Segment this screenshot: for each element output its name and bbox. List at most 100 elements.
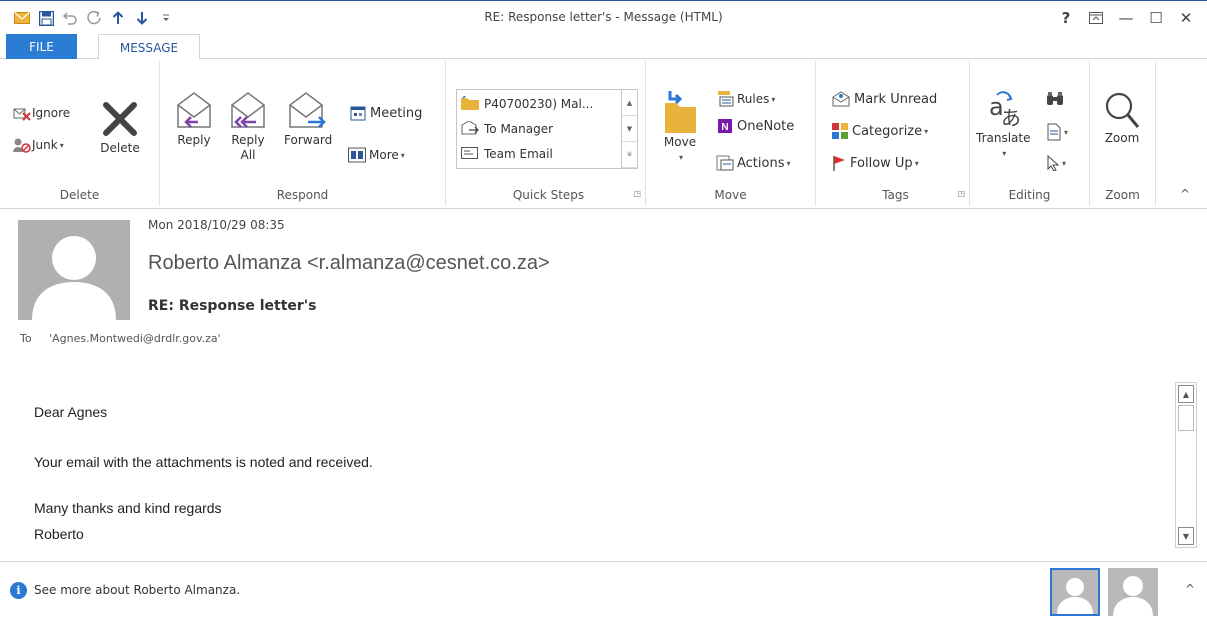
to-label: To — [20, 332, 32, 345]
title-bar: RE: Response letter's - Message (HTML) ?… — [0, 0, 1207, 34]
minimize-button[interactable]: — — [1111, 5, 1141, 31]
window-title: RE: Response letter's - Message (HTML) — [484, 10, 723, 24]
close-button[interactable]: ✕ — [1171, 5, 1201, 31]
body-scrollbar[interactable]: ▲ ▼ — [1175, 382, 1197, 548]
chevron-down-icon: ▾ — [678, 153, 683, 162]
reply-all-label-line2: All — [240, 148, 256, 162]
ribbon-display-options-button[interactable] — [1081, 5, 1111, 31]
select-button[interactable]: ▾ — [1046, 155, 1066, 171]
reply-all-label-line1: Reply — [231, 133, 265, 147]
message-header: Mon 2018/10/29 08:35 Roberto Almanza <r.… — [0, 210, 1207, 370]
cursor-icon — [1046, 155, 1060, 171]
group-label-tags: Tags — [882, 188, 909, 202]
chevron-down-icon: ▾ — [1002, 149, 1007, 158]
meeting-label: Meeting — [370, 105, 423, 121]
expand-gallery-icon[interactable]: ⩸ — [622, 142, 637, 168]
sender-name[interactable]: Roberto Almanza <r.almanza@cesnet.co.za> — [148, 252, 550, 275]
delete-label: Delete — [100, 141, 140, 155]
quick-step-label: P40700230) Mal... — [484, 97, 594, 111]
chevron-down-icon: ▾ — [786, 158, 791, 168]
body-line: Your email with the attachments is noted… — [34, 454, 373, 470]
junk-button[interactable]: Junk ▾ — [12, 137, 64, 153]
tab-file[interactable]: FILE — [6, 34, 77, 59]
quick-steps-scroll[interactable]: ▲ ▼ ⩸ — [621, 90, 637, 168]
group-label-zoom: Zoom — [1105, 188, 1140, 202]
quick-step-item[interactable]: P40700230) Mal... — [457, 92, 593, 116]
forward-mail-icon — [461, 119, 479, 138]
avatar[interactable] — [1050, 568, 1100, 616]
more-respond-button[interactable]: More ▾ — [348, 147, 405, 163]
group-label-quick-steps: Quick Steps — [512, 188, 585, 202]
ribbon-tabs: FILE MESSAGE — [0, 34, 1207, 60]
binoculars-icon — [1046, 91, 1064, 107]
group-label-delete: Delete — [59, 188, 100, 202]
group-label-move: Move — [714, 188, 747, 202]
maximize-button[interactable]: ☐ — [1141, 5, 1171, 31]
categorize-label: Categorize — [852, 123, 923, 139]
mark-unread-button[interactable]: Mark Unread — [832, 91, 937, 107]
meeting-button[interactable]: Meeting — [350, 105, 422, 121]
more-label: More — [369, 148, 399, 162]
chevron-down-icon: ▾ — [924, 126, 929, 136]
group-move: Move ▾ Rules ▾ N OneNote Actions ▾ Move — [646, 61, 816, 206]
delete-x-icon — [100, 99, 140, 139]
document-icon — [1046, 123, 1062, 141]
follow-up-button[interactable]: Follow Up ▾ — [832, 155, 919, 171]
mark-unread-label: Mark Unread — [854, 91, 938, 107]
translate-label: Translate — [976, 131, 1031, 145]
see-more-link[interactable]: See more about Roberto Almanza. — [34, 583, 240, 597]
scroll-down-icon[interactable]: ▼ — [1178, 527, 1194, 545]
junk-label: Junk — [32, 138, 58, 152]
junk-icon — [12, 137, 32, 153]
quick-step-item[interactable]: Team Email — [457, 142, 553, 166]
window-controls: ? — ☐ ✕ — [1051, 5, 1201, 31]
dialog-launcher-icon[interactable]: ◳ — [957, 189, 965, 198]
translate-button[interactable]: aあ Translate ▾ — [976, 89, 1031, 161]
follow-up-label: Follow Up — [850, 155, 913, 171]
move-button[interactable]: Move ▾ — [662, 89, 698, 165]
tab-message[interactable]: MESSAGE — [98, 34, 200, 60]
team-email-icon — [461, 146, 479, 163]
rules-button[interactable]: Rules ▾ — [716, 91, 775, 107]
scroll-up-icon[interactable]: ▲ — [1178, 385, 1194, 403]
forward-button[interactable]: Forward — [284, 89, 332, 148]
recipient-address[interactable]: 'Agnes.Montwedi@drdlr.gov.za' — [49, 332, 221, 345]
related-button[interactable]: ▾ — [1046, 123, 1068, 141]
scroll-up-icon[interactable]: ▲ — [622, 90, 637, 116]
quick-step-item[interactable]: To Manager — [457, 117, 553, 141]
info-icon: i — [10, 582, 27, 599]
group-respond: Reply Reply All Forward Meeting More ▾ R… — [160, 61, 446, 206]
chevron-down-icon: ▾ — [1062, 158, 1067, 168]
scroll-thumb[interactable] — [1178, 405, 1194, 431]
body-signature: Roberto — [34, 526, 84, 542]
onenote-label: OneNote — [737, 118, 795, 134]
actions-button[interactable]: Actions ▾ — [716, 155, 791, 171]
ignore-button[interactable]: Ignore — [12, 105, 70, 121]
rules-icon — [716, 91, 734, 107]
zoom-label: Zoom — [1104, 131, 1140, 145]
reply-all-icon — [228, 89, 268, 133]
dialog-launcher-icon[interactable]: ◳ — [633, 189, 641, 198]
avatar[interactable] — [1108, 568, 1158, 616]
message-body[interactable]: Dear Agnes Your email with the attachmen… — [0, 370, 1172, 560]
group-zoom: Zoom Zoom — [1090, 61, 1156, 206]
categorize-button[interactable]: Categorize ▾ — [832, 123, 928, 139]
find-button[interactable] — [1046, 91, 1064, 107]
chevron-down-icon: ▾ — [914, 158, 919, 168]
move-folder-icon — [662, 89, 698, 135]
quick-step-label: Team Email — [484, 147, 553, 161]
quick-steps-gallery[interactable]: P40700230) Mal... To Manager Team Email … — [456, 89, 638, 169]
collapse-people-pane-button[interactable]: ^ — [1185, 582, 1195, 596]
categorize-icon — [832, 123, 848, 139]
reply-all-button[interactable]: Reply All — [228, 89, 268, 163]
people-pane: i See more about Roberto Almanza. ^ — [0, 561, 1207, 617]
zoom-button[interactable]: Zoom — [1104, 91, 1140, 146]
reply-button[interactable]: Reply — [174, 89, 214, 148]
delete-button[interactable]: Delete — [100, 99, 140, 156]
collapse-ribbon-button[interactable]: ^ — [1180, 187, 1190, 201]
message-date: Mon 2018/10/29 08:35 — [148, 218, 285, 232]
help-button[interactable]: ? — [1051, 5, 1081, 31]
scroll-down-icon[interactable]: ▼ — [622, 116, 637, 142]
group-label-respond: Respond — [276, 188, 329, 202]
onenote-button[interactable]: N OneNote — [716, 118, 794, 134]
